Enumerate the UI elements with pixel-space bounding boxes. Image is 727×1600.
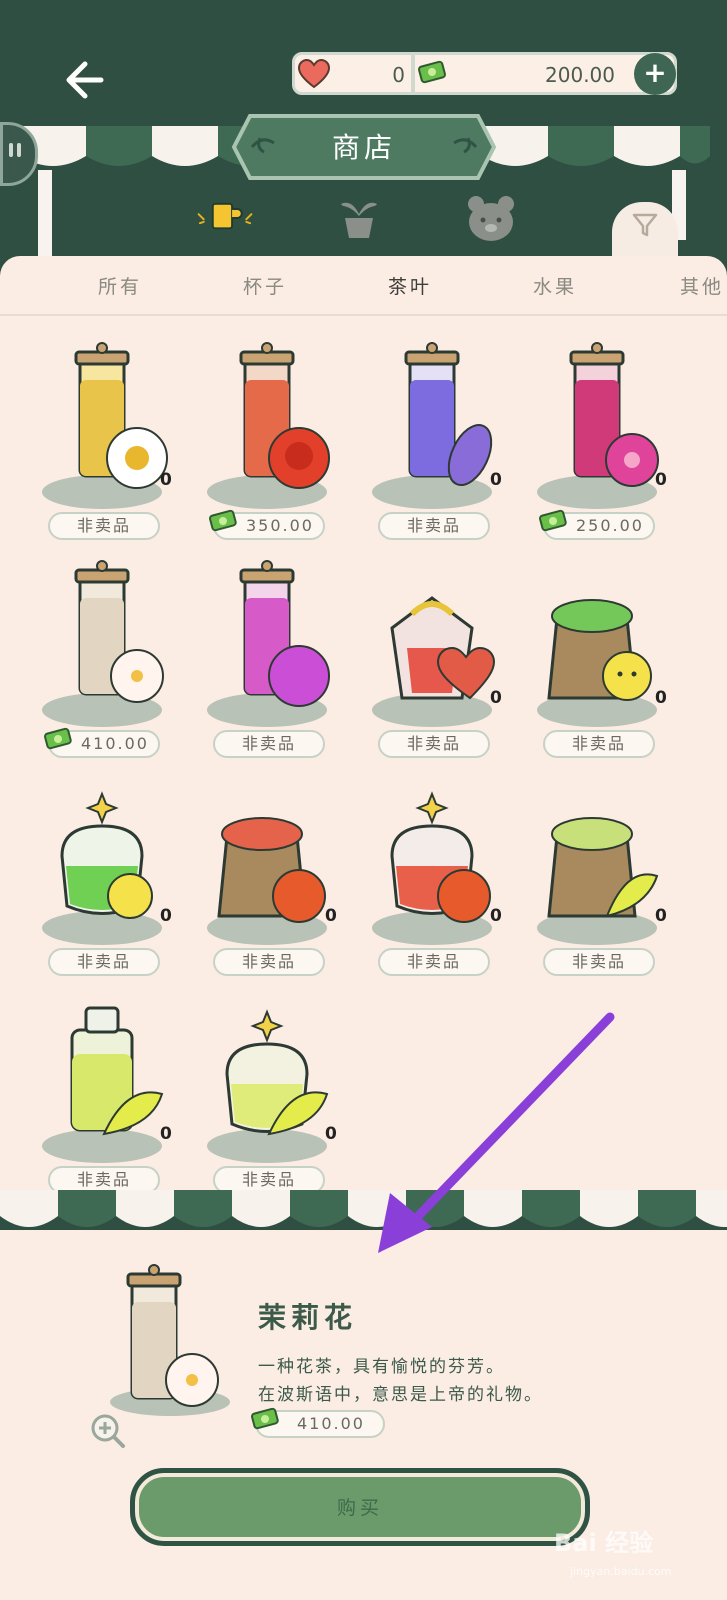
watermark-text: Bai 经验 — [554, 1529, 654, 1557]
price-label: 非卖品 — [378, 730, 490, 758]
item-count: 0 — [490, 470, 502, 490]
shop-item[interactable]: 0 非卖品 — [197, 994, 347, 1194]
toy-category-button[interactable] — [462, 192, 520, 244]
price-label: 410.00 — [44, 727, 160, 758]
price-label: 410.00 — [251, 1407, 385, 1438]
detail-price: 410.00 — [251, 1407, 387, 1438]
awning-scallop — [290, 1190, 348, 1227]
cup-icon — [197, 202, 253, 230]
back-button[interactable] — [55, 52, 111, 108]
item-count: 0 — [655, 906, 667, 926]
tab-bar: 所有 杯子 茶叶 水果 其他 — [0, 256, 727, 314]
detail-title: 茉莉花 — [258, 1301, 358, 1334]
cup-category-button[interactable] — [196, 192, 254, 244]
tab-divider — [0, 314, 727, 316]
store-title-banner: 商店 — [230, 108, 498, 186]
buy-button[interactable]: 购买 — [130, 1468, 590, 1546]
awning-scallop — [638, 1190, 696, 1227]
shop-item[interactable]: 0 非卖品 — [197, 776, 347, 976]
tab-cups[interactable]: 杯子 — [243, 272, 287, 299]
awning-scallop — [174, 1190, 232, 1227]
grip-icon — [9, 143, 21, 157]
money-icon — [209, 509, 237, 532]
plant-category-button[interactable] — [330, 192, 388, 244]
price-value: 250.00 — [576, 516, 644, 535]
buy-button-label: 购买 — [336, 1497, 383, 1519]
awning-pole-left — [38, 170, 52, 260]
shop-item[interactable]: 350.00 — [197, 340, 347, 540]
azalea-tea-jar-icon — [239, 560, 330, 707]
awning-scallop — [0, 1190, 58, 1227]
price-label: 350.00 — [209, 509, 325, 540]
watermark-url: jingyan.baidu.com — [570, 1565, 672, 1578]
money-icon — [44, 727, 72, 750]
awning-scallop — [696, 1190, 727, 1227]
shop-item[interactable]: 0 非卖品 — [32, 776, 182, 976]
zoom-in-icon — [91, 1414, 125, 1448]
money-icon — [539, 509, 567, 532]
price-label: 非卖品 — [543, 948, 655, 976]
heart-icon — [297, 59, 331, 89]
annotation-arrow-icon — [378, 1012, 615, 1253]
currency-bar: 0 200.00 + — [292, 52, 677, 95]
shop-item[interactable]: 0 非卖品 — [362, 776, 512, 976]
item-count: 0 — [490, 688, 502, 708]
zoom-button[interactable] — [90, 1413, 126, 1449]
page-title: 商店 — [331, 131, 396, 164]
price-label: 非卖品 — [378, 512, 490, 540]
back-arrow-icon — [66, 61, 104, 99]
hearts-value: 0 — [392, 63, 405, 87]
money-value: 200.00 — [545, 63, 615, 87]
item-count: 0 — [160, 470, 172, 490]
price-label: 非卖品 — [213, 948, 325, 976]
shop-item[interactable]: 0 250.00 — [527, 340, 677, 540]
tab-other[interactable]: 其他 — [680, 272, 724, 299]
item-count: 0 — [490, 906, 502, 926]
price-label: 非卖品 — [48, 512, 160, 540]
add-money-button[interactable]: + — [634, 53, 676, 95]
detail-description-line1: 一种花茶，具有愉悦的芬芳。 — [258, 1357, 505, 1377]
shop-item[interactable]: 非卖品 — [197, 558, 347, 758]
shop-item[interactable]: 0 非卖品 — [527, 558, 677, 758]
price-label: 非卖品 — [48, 948, 160, 976]
watermark: Bai 经验 jingyan.baidu.com — [550, 1515, 720, 1585]
rose-tea-jar-icon — [239, 342, 330, 489]
awning-scallop — [116, 1190, 174, 1227]
item-count: 0 — [160, 906, 172, 926]
item-count: 0 — [160, 1124, 172, 1144]
tab-tea-leaves[interactable]: 茶叶 — [388, 272, 432, 299]
funnel-icon — [632, 213, 658, 237]
tab-all[interactable]: 所有 — [98, 272, 142, 299]
bear-icon — [468, 196, 514, 241]
shop-item[interactable]: 0 非卖品 — [527, 776, 677, 976]
tab-fruit[interactable]: 水果 — [533, 272, 577, 299]
price-label: 非卖品 — [378, 948, 490, 976]
item-count: 0 — [325, 1124, 337, 1144]
shop-item[interactable]: 0 非卖品 — [362, 340, 512, 540]
awning-scallop — [232, 1190, 290, 1227]
shop-item[interactable]: 0 非卖品 — [32, 340, 182, 540]
money-icon — [418, 60, 446, 84]
price-value: 410.00 — [297, 1414, 365, 1433]
jasmine-tea-jar-icon — [110, 1264, 230, 1416]
item-count: 0 — [655, 688, 667, 708]
price-label: 250.00 — [539, 509, 655, 540]
shop-item[interactable]: 410.00 — [32, 558, 182, 758]
shop-item[interactable]: 0 非卖品 — [362, 558, 512, 758]
detail-description-line2: 在波斯语中，意思是上帝的礼物。 — [258, 1385, 543, 1405]
item-count: 0 — [325, 906, 337, 926]
plant-pot-icon — [341, 202, 377, 238]
price-label: 非卖品 — [213, 730, 325, 758]
item-count: 0 — [655, 470, 667, 490]
jasmine-tea-jar-icon — [74, 560, 164, 703]
price-label: 非卖品 — [543, 730, 655, 758]
money-icon — [251, 1407, 279, 1430]
price-value: 350.00 — [246, 516, 314, 535]
filter-button[interactable] — [612, 202, 678, 262]
price-value: 410.00 — [81, 734, 149, 753]
awning-scallop — [58, 1190, 116, 1227]
shop-item[interactable]: 0 非卖品 — [32, 994, 182, 1194]
